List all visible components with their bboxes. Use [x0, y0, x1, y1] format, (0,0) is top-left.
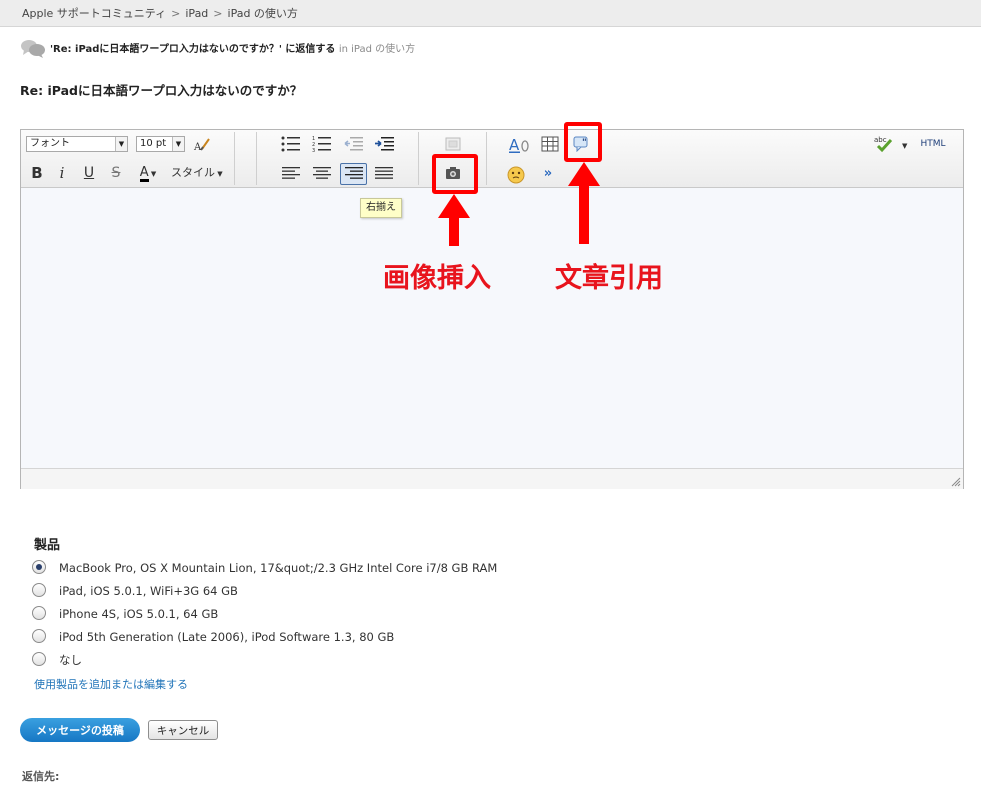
breadcrumb-item-ipad-usage[interactable]: iPad の使い方 — [228, 7, 298, 20]
insert-video-button[interactable] — [443, 134, 463, 154]
arrow-up-icon — [568, 162, 600, 244]
product-label: MacBook Pro, OS X Mountain Lion, 17&quot… — [59, 561, 498, 575]
strikethrough-button[interactable]: S — [106, 163, 126, 183]
radio-button[interactable] — [32, 606, 46, 620]
align-center-icon — [313, 167, 331, 179]
editor-content-area[interactable] — [21, 188, 963, 468]
subject-title: Re: iPadに日本語ワープロ入力はないのですか？ — [20, 83, 303, 98]
radio-button[interactable] — [32, 560, 46, 574]
underline-button[interactable]: U — [79, 163, 99, 183]
breadcrumb: Apple サポートコミュニティ > iPad > iPad の使い方 — [0, 0, 981, 27]
editor-statusbar — [21, 468, 963, 489]
numbered-list-button[interactable]: 1 2 3 — [312, 134, 332, 154]
spell-format-button[interactable]: A — [509, 134, 529, 154]
product-label: なし — [59, 653, 82, 667]
product-option[interactable]: MacBook Pro, OS X Mountain Lion, 17&quot… — [32, 559, 497, 577]
svg-text:▼: ▼ — [902, 142, 908, 150]
emoticon-icon — [507, 166, 525, 184]
product-label: iPhone 4S, iOS 5.0.1, 64 GB — [59, 607, 219, 621]
font-family-select[interactable]: フォント ▼ — [26, 136, 128, 152]
align-left-button[interactable] — [281, 164, 301, 184]
outdent-button[interactable] — [344, 134, 364, 154]
resize-handle-icon[interactable] — [951, 477, 961, 487]
align-right-icon — [344, 167, 363, 179]
cancel-button[interactable]: キャンセル — [148, 720, 218, 740]
eraser-brush-icon: A — [193, 138, 210, 152]
font-size-select[interactable]: 10 pt ▼ — [136, 136, 185, 152]
svg-text:A: A — [509, 136, 520, 154]
table-icon — [541, 136, 559, 152]
radio-button[interactable] — [32, 583, 46, 597]
arrow-up-icon — [438, 194, 470, 246]
products-heading: 製品 — [34, 538, 61, 553]
bullet-list-icon — [281, 136, 300, 152]
align-right-tooltip: 右揃え — [360, 198, 402, 218]
reply-header-location[interactable]: in iPad の使い方 — [339, 44, 415, 55]
chevron-down-icon: ▼ — [115, 137, 127, 151]
justify-button[interactable] — [374, 164, 394, 184]
reply-header-title: 'Re: iPadに日本語ワープロ入力はないのですか？' に返信する in iP… — [50, 40, 415, 55]
insert-table-button[interactable] — [540, 134, 560, 154]
reply-header-text: 'Re: iPadに日本語ワープロ入力はないのですか？' に返信する — [50, 44, 336, 55]
radio-button[interactable] — [32, 629, 46, 643]
chevron-down-icon: ▼ — [215, 170, 223, 178]
chevron-down-icon: ▼ — [148, 170, 157, 178]
product-option[interactable]: iPod 5th Generation (Late 2006), iPod So… — [32, 628, 394, 646]
indent-icon — [375, 137, 394, 151]
insert-image-highlight — [432, 154, 478, 194]
chevron-down-icon: ▼ — [172, 137, 184, 151]
quote-highlight — [564, 122, 602, 162]
editor-toolbar: フォント ▼ 10 pt ▼ A B i U S A ▼ スタイル ▼ 1 2 … — [21, 130, 963, 188]
product-option[interactable]: iPhone 4S, iOS 5.0.1, 64 GB — [32, 605, 218, 623]
align-right-button[interactable] — [340, 163, 367, 185]
clear-format-button[interactable]: A — [192, 134, 212, 154]
bullet-list-button[interactable] — [281, 134, 301, 154]
speech-bubbles-icon — [20, 38, 46, 58]
product-option[interactable]: iPad, iOS 5.0.1, WiFi+3G 64 GB — [32, 582, 238, 600]
breadcrumb-item-ipad[interactable]: iPad — [185, 7, 208, 20]
bold-button[interactable]: B — [27, 163, 47, 183]
svg-text:abc: abc — [874, 136, 887, 144]
double-chevron-right-icon: » — [543, 166, 553, 181]
outdent-icon — [344, 137, 363, 151]
text-link-icon: A — [509, 136, 529, 154]
font-size-value: 10 pt — [140, 138, 167, 149]
html-mode-button[interactable]: HTML — [916, 134, 950, 154]
reply-to-label: 返信先: — [22, 770, 60, 783]
radio-button[interactable] — [32, 652, 46, 666]
italic-button[interactable]: i — [52, 163, 72, 183]
svg-text:A: A — [193, 142, 202, 152]
numbered-list-icon: 1 2 3 — [312, 136, 331, 152]
font-family-value: フォント — [30, 138, 70, 149]
breadcrumb-separator: > — [213, 7, 223, 20]
justify-icon — [375, 167, 393, 179]
text-color-button[interactable]: A ▼ — [133, 163, 163, 183]
svg-text:3: 3 — [312, 148, 315, 152]
text-color-icon: A — [139, 165, 149, 182]
rich-text-editor: フォント ▼ 10 pt ▼ A B i U S A ▼ スタイル ▼ 1 2 … — [20, 129, 964, 489]
edit-products-link[interactable]: 使用製品を追加または編集する — [34, 676, 188, 692]
breadcrumb-item-community[interactable]: Apple サポートコミュニティ — [22, 7, 166, 20]
breadcrumb-separator: > — [171, 7, 181, 20]
align-center-button[interactable] — [312, 164, 332, 184]
spellcheck-icon: abc ▼ — [874, 136, 908, 153]
annotation-quote: 文章引用 — [555, 263, 663, 294]
more-options-button[interactable]: » — [538, 164, 558, 184]
align-left-icon — [282, 167, 300, 179]
product-label: iPad, iOS 5.0.1, WiFi+3G 64 GB — [59, 584, 238, 598]
indent-button[interactable] — [375, 134, 395, 154]
video-icon — [445, 137, 461, 151]
spellcheck-button[interactable]: abc ▼ — [874, 133, 910, 153]
post-message-button[interactable]: メッセージの投稿 — [20, 718, 140, 742]
annotation-insert-image: 画像挿入 — [383, 263, 491, 294]
product-option[interactable]: なし — [32, 651, 82, 669]
product-label: iPod 5th Generation (Late 2006), iPod So… — [59, 630, 395, 644]
style-dropdown[interactable]: スタイル ▼ — [171, 163, 237, 183]
style-label: スタイル — [171, 166, 215, 179]
insert-emoticon-button[interactable] — [506, 164, 526, 184]
